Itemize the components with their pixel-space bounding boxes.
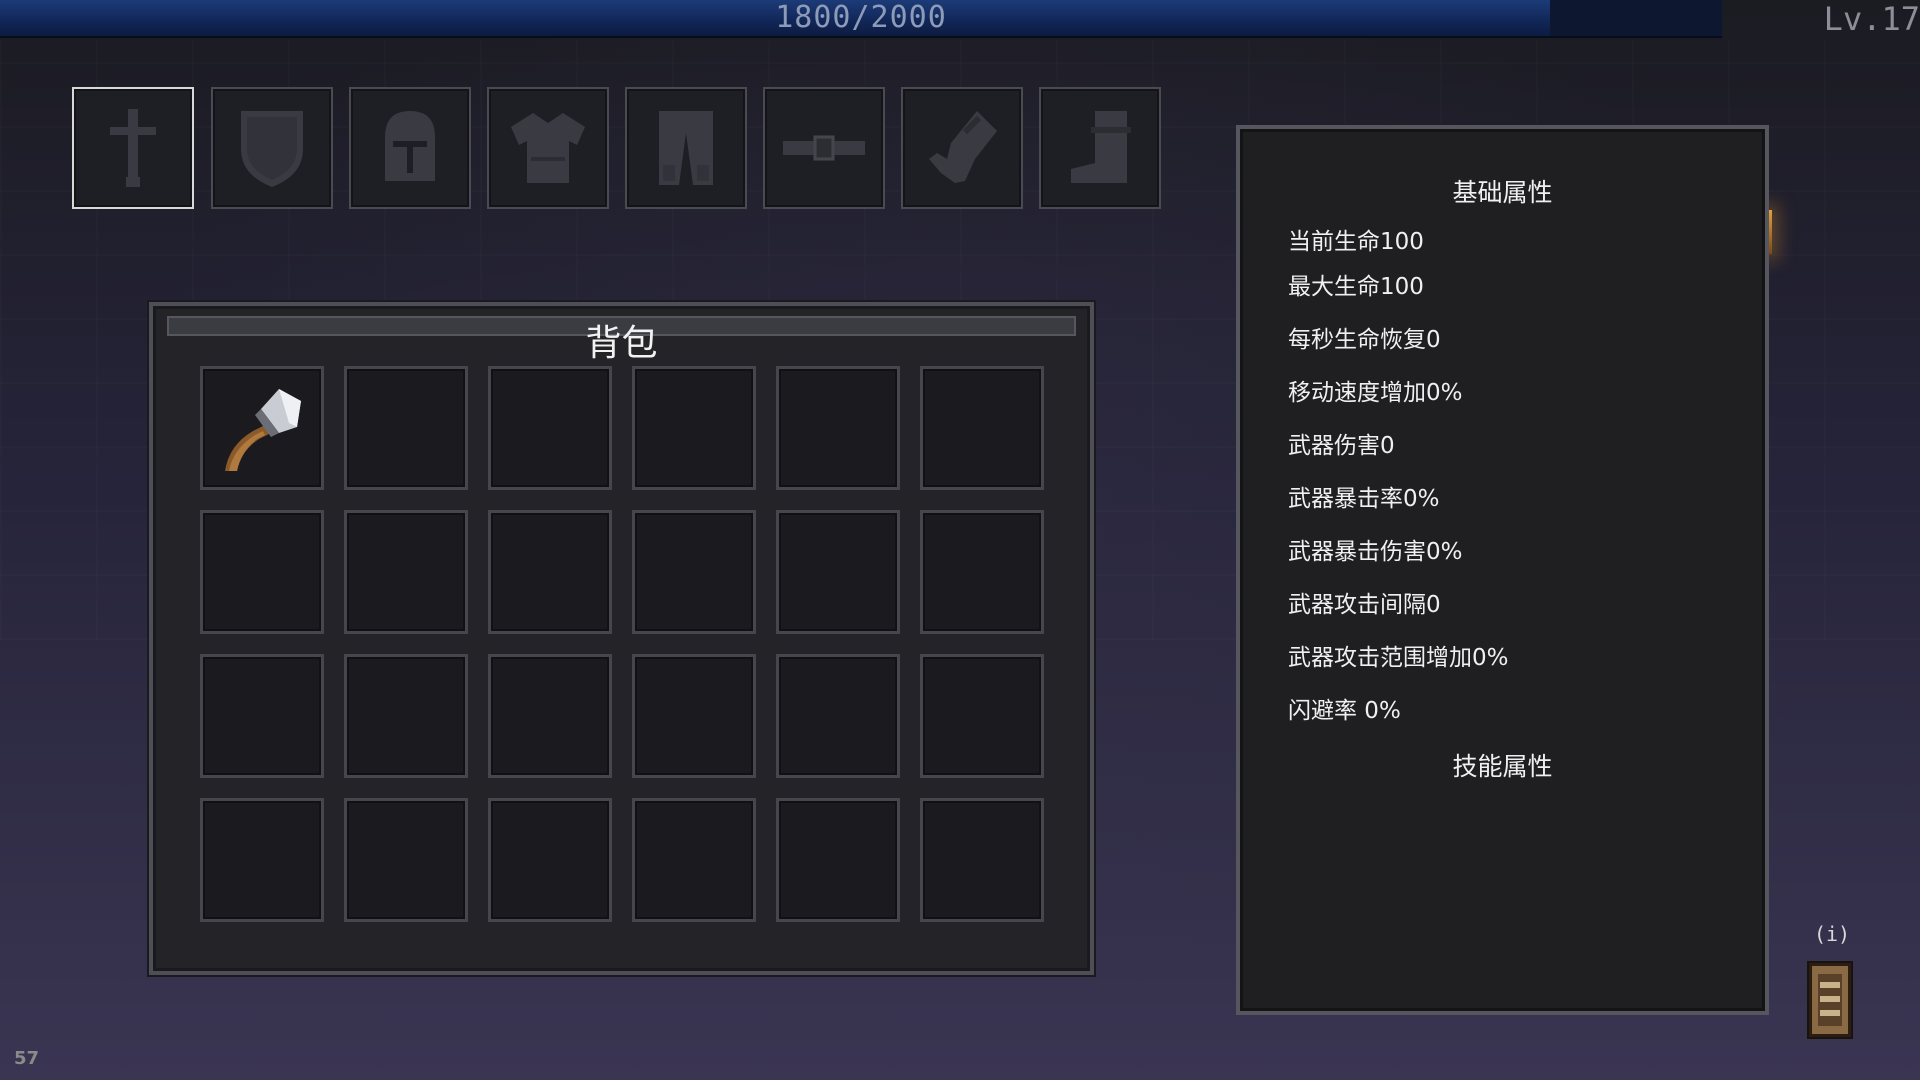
attr-attack-range: 武器攻击范围增加0% xyxy=(1288,645,1509,671)
belt-slot[interactable] xyxy=(763,87,885,209)
inventory-slot[interactable] xyxy=(200,366,324,490)
sword-icon xyxy=(110,109,156,187)
attr-attack-interval: 武器攻击间隔0 xyxy=(1288,592,1441,618)
belt-icon xyxy=(783,135,865,161)
inventory-slot[interactable] xyxy=(776,798,900,922)
glove-icon xyxy=(929,111,997,183)
info-key-hint: (i) xyxy=(1813,922,1851,946)
armor-slot[interactable] xyxy=(487,87,609,209)
fps-counter: 57 xyxy=(14,1048,40,1069)
inventory-slot[interactable] xyxy=(344,366,468,490)
inventory-slot[interactable] xyxy=(776,510,900,634)
inventory-slot[interactable] xyxy=(488,510,612,634)
pants-slot[interactable] xyxy=(625,87,747,209)
inventory-slot[interactable] xyxy=(920,798,1044,922)
level-text: Lv.17 xyxy=(1823,0,1920,38)
inventory-slot[interactable] xyxy=(344,798,468,922)
shield-slot[interactable] xyxy=(211,87,333,209)
attr-weapon-damage: 武器伤害0 xyxy=(1288,433,1395,459)
attr-move-speed: 移动速度增加0% xyxy=(1288,380,1463,406)
inventory-slot[interactable] xyxy=(920,654,1044,778)
experience-text: 1800/2000 xyxy=(775,0,947,35)
inventory-slot[interactable] xyxy=(632,510,756,634)
attributes-panel: 基础属性 当前生命100 最大生命100 每秒生命恢复0 移动速度增加0% 武器… xyxy=(1236,125,1769,1015)
inventory-slot[interactable] xyxy=(920,366,1044,490)
shield-icon xyxy=(241,111,303,187)
chestplate-icon xyxy=(511,113,585,183)
axe-icon xyxy=(225,389,301,471)
attr-hp-regen: 每秒生命恢复0 xyxy=(1288,327,1441,353)
attr-crit-damage: 武器暴击伤害0% xyxy=(1288,539,1463,565)
inventory-slot[interactable] xyxy=(488,798,612,922)
inventory-slot[interactable] xyxy=(344,510,468,634)
inventory-slot[interactable] xyxy=(488,654,612,778)
inventory-slot[interactable] xyxy=(632,366,756,490)
inventory-title: 背包 xyxy=(585,323,658,364)
helmet-slot[interactable] xyxy=(349,87,471,209)
attr-max-hp: 最大生命100 xyxy=(1288,274,1424,300)
book-icon[interactable] xyxy=(1806,960,1854,1040)
skill-attributes-heading: 技能属性 xyxy=(1452,752,1553,781)
inventory-panel: 背包 xyxy=(149,302,1094,975)
weapon-slot[interactable] xyxy=(72,87,194,209)
inventory-slot[interactable] xyxy=(920,510,1044,634)
attr-crit-rate: 武器暴击率0% xyxy=(1288,486,1440,512)
attr-dodge-rate: 闪避率 0% xyxy=(1288,698,1401,724)
inventory-slot[interactable] xyxy=(200,510,324,634)
inventory-slot[interactable] xyxy=(776,654,900,778)
inventory-slot[interactable] xyxy=(488,366,612,490)
inventory-slot[interactable] xyxy=(776,366,900,490)
helmet-icon xyxy=(385,111,435,181)
attr-current-hp: 当前生命100 xyxy=(1288,229,1424,255)
base-attributes-heading: 基础属性 xyxy=(1452,178,1553,207)
inventory-slot[interactable] xyxy=(632,798,756,922)
experience-bar: 1800/2000 xyxy=(0,0,1722,38)
inventory-slot[interactable] xyxy=(344,654,468,778)
inventory-slot[interactable] xyxy=(200,654,324,778)
pants-icon xyxy=(659,111,713,185)
boots-slot[interactable] xyxy=(1039,87,1161,209)
inventory-slot[interactable] xyxy=(632,654,756,778)
inventory-slot[interactable] xyxy=(200,798,324,922)
boot-icon xyxy=(1071,111,1131,183)
gloves-slot[interactable] xyxy=(901,87,1023,209)
